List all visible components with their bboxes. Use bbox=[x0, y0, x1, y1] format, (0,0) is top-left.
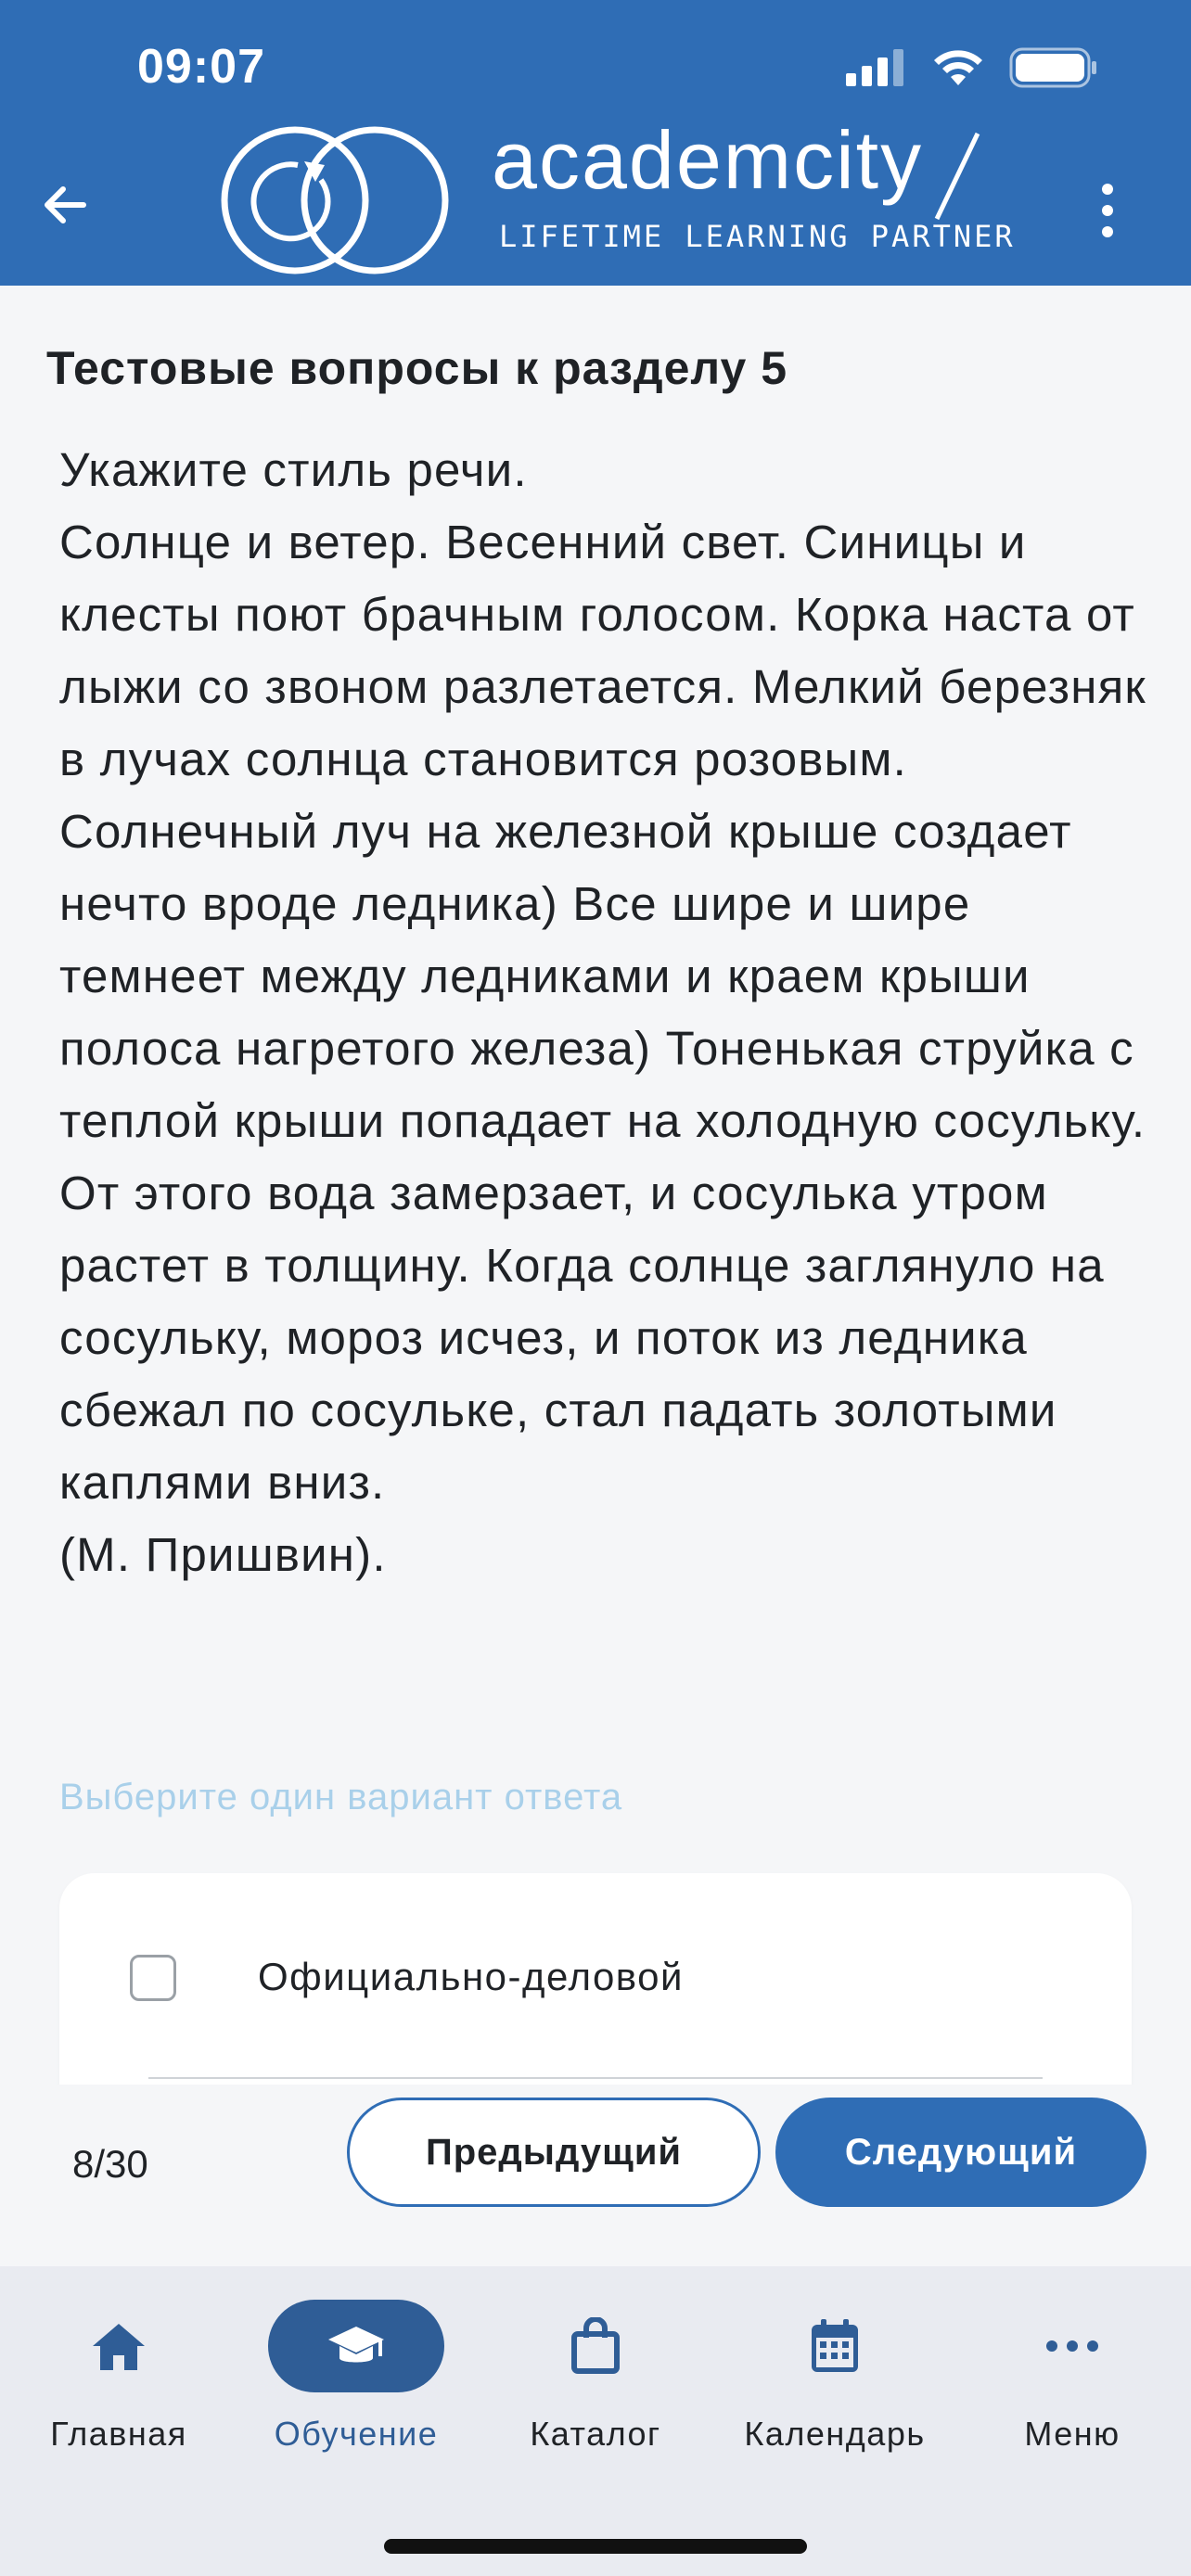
tab-menu[interactable]: Меню bbox=[961, 2300, 1184, 2467]
answer-checkbox[interactable] bbox=[130, 1955, 176, 2001]
question-counter: 8/30 bbox=[72, 2142, 148, 2186]
app-header: 09:07 academcity LIFETIME LEARNING PARTN… bbox=[0, 0, 1191, 286]
home-icon bbox=[93, 2324, 145, 2370]
tab-label: Главная bbox=[50, 2415, 187, 2453]
more-vertical-icon[interactable] bbox=[1089, 178, 1126, 243]
tab-label: Каталог bbox=[530, 2415, 661, 2453]
question-prompt: Укажите стиль речи. bbox=[59, 443, 528, 496]
home-indicator bbox=[384, 2539, 807, 2554]
brand-tagline: LIFETIME LEARNING PARTNER bbox=[499, 219, 1016, 254]
tab-label: Меню bbox=[1024, 2415, 1121, 2453]
tab-label: Обучение bbox=[274, 2415, 439, 2453]
question-author: (М. Пришвин). bbox=[59, 1528, 387, 1581]
graduation-cap-icon bbox=[328, 2327, 384, 2363]
question-pager: 8/30 Предыдущий Следующий bbox=[0, 2085, 1191, 2270]
calendar-icon bbox=[812, 2319, 858, 2372]
answer-label: Официально-деловой bbox=[258, 1955, 684, 1998]
tab-learning[interactable]: Обучение bbox=[245, 2300, 467, 2467]
wifi-icon bbox=[934, 50, 982, 85]
bottom-tab-bar: Главная Обучение Каталог Календарь Меню bbox=[0, 2266, 1191, 2576]
section-title: Тестовые вопросы к разделу 5 bbox=[46, 342, 788, 394]
tab-label: Календарь bbox=[744, 2415, 926, 2453]
brand-slash-mark bbox=[934, 132, 980, 221]
status-icons bbox=[846, 46, 1098, 89]
more-horizontal-icon bbox=[1046, 2340, 1098, 2352]
next-button[interactable]: Следующий bbox=[775, 2098, 1146, 2207]
signal-icon bbox=[846, 49, 903, 86]
divider bbox=[148, 2077, 1043, 2079]
shopping-bag-icon bbox=[571, 2317, 620, 2374]
battery-icon bbox=[1009, 47, 1096, 88]
test-content: Тестовые вопросы к разделу 5 Укажите сти… bbox=[0, 286, 1191, 2105]
status-time: 09:07 bbox=[137, 40, 265, 94]
academcity-logo bbox=[221, 126, 449, 274]
answer-hint: Выберите один вариант ответа bbox=[59, 1777, 623, 1817]
previous-button[interactable]: Предыдущий bbox=[347, 2098, 761, 2207]
question-text: Укажите стиль речи. Солнце и ветер. Весе… bbox=[59, 434, 1154, 1591]
question-passage: Солнце и ветер. Весенний свет. Синицы и … bbox=[59, 516, 1146, 1509]
tab-catalog[interactable]: Каталог bbox=[484, 2300, 707, 2467]
tab-calendar[interactable]: Календарь bbox=[724, 2300, 946, 2467]
brand-name: academcity bbox=[492, 114, 924, 206]
arrow-left-icon[interactable] bbox=[37, 172, 102, 237]
tab-home[interactable]: Главная bbox=[7, 2300, 230, 2467]
answer-option[interactable]: Официально-деловой bbox=[59, 1873, 1132, 2105]
